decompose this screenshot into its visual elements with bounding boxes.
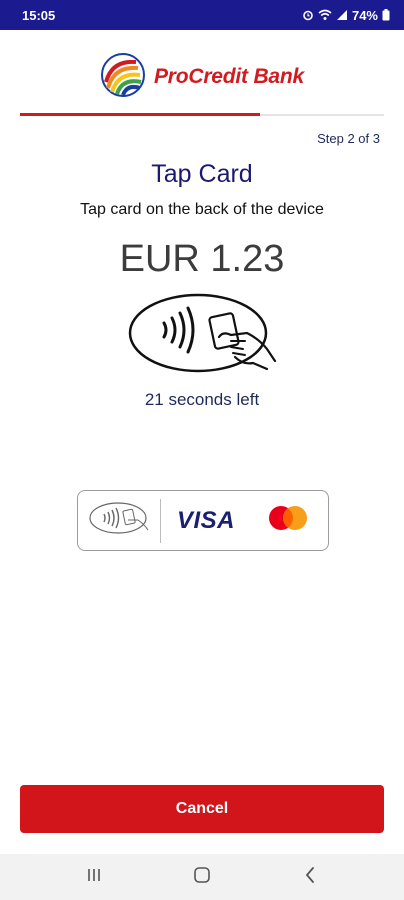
payment-amount: EUR 1.23 xyxy=(119,238,285,280)
battery-level: 74% xyxy=(351,7,378,23)
back-icon xyxy=(304,866,316,888)
cancel-button[interactable]: Cancel xyxy=(20,785,384,833)
home-button[interactable] xyxy=(182,857,222,897)
bank-emblem-icon xyxy=(100,52,146,103)
status-icons: 74% xyxy=(302,8,390,23)
status-bar: 15:05 74% xyxy=(0,0,404,30)
recent-apps-button[interactable] xyxy=(74,857,114,897)
contactless-icon xyxy=(88,500,152,541)
countdown-timer: 21 seconds left xyxy=(144,390,260,409)
status-time: 15:05 xyxy=(22,7,56,23)
mastercard-logo xyxy=(265,504,311,537)
step-indicator: Step 2 of 3 xyxy=(317,131,380,146)
wifi-icon xyxy=(318,9,332,21)
battery-icon xyxy=(382,9,390,21)
tap-card-illustration xyxy=(127,291,277,378)
progress-fill xyxy=(20,113,261,116)
system-nav-bar xyxy=(0,854,404,900)
page-title: Tap Card xyxy=(151,160,253,188)
signal-icon xyxy=(336,9,348,21)
alarm-icon xyxy=(302,9,314,21)
accepted-payment-methods: VISA xyxy=(77,490,329,551)
back-button[interactable] xyxy=(290,857,330,897)
instruction-text: Tap card on the back of the device xyxy=(80,201,324,218)
bank-logo: ProCredit Bank xyxy=(0,52,404,102)
recent-apps-icon xyxy=(86,867,102,888)
visa-logo: VISA xyxy=(177,506,236,534)
home-icon xyxy=(193,866,211,889)
bank-name: ProCredit Bank xyxy=(153,65,305,88)
divider xyxy=(160,498,161,543)
